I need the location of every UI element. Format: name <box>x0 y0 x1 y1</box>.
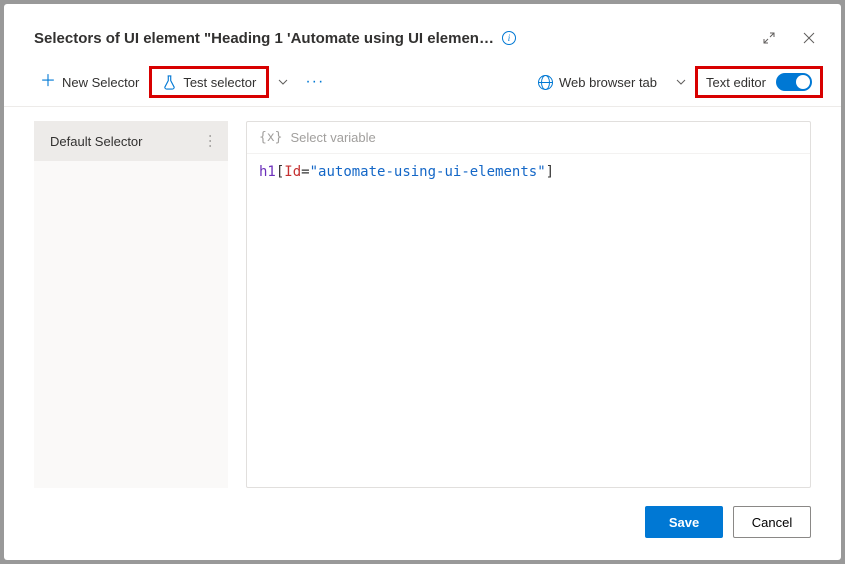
selector-dialog: Selectors of UI element "Heading 1 'Auto… <box>4 4 841 560</box>
editor-panel: {x} Select variable h1[Id="automate-usin… <box>246 121 811 488</box>
selector-item-menu-icon[interactable]: ··· <box>204 134 218 149</box>
chevron-down-icon <box>676 79 686 85</box>
variable-icon: {x} <box>259 130 282 145</box>
cancel-button[interactable]: Cancel <box>733 506 811 538</box>
select-variable-button[interactable]: {x} Select variable <box>247 122 810 154</box>
chevron-down-icon <box>278 79 288 85</box>
body-area: Default Selector ··· {x} Select variable… <box>4 107 841 494</box>
dialog-title: Selectors of UI element "Heading 1 'Auto… <box>34 30 494 47</box>
info-icon[interactable]: i <box>502 31 516 45</box>
dialog-footer: Save Cancel <box>4 494 841 560</box>
web-browser-tab-label: Web browser tab <box>559 75 657 90</box>
expand-icon[interactable] <box>753 22 785 54</box>
new-selector-button[interactable]: ＋ New Selector <box>30 66 149 98</box>
title-bar: Selectors of UI element "Heading 1 'Auto… <box>4 4 841 64</box>
selector-item-label: Default Selector <box>50 134 143 149</box>
save-button[interactable]: Save <box>645 506 723 538</box>
test-selector-label: Test selector <box>183 75 256 90</box>
plus-icon: ＋ <box>40 74 56 90</box>
more-actions-button[interactable]: ··· <box>297 73 332 91</box>
web-browser-tab-chevron[interactable] <box>667 66 695 98</box>
flask-icon <box>162 75 177 90</box>
selector-list: Default Selector ··· <box>34 121 228 488</box>
test-selector-chevron[interactable] <box>269 66 297 98</box>
select-variable-label: Select variable <box>290 130 375 145</box>
close-icon[interactable] <box>793 22 825 54</box>
selector-code-input[interactable]: h1[Id="automate-using-ui-elements"] <box>247 154 810 487</box>
selector-list-item[interactable]: Default Selector ··· <box>34 121 228 161</box>
text-editor-label: Text editor <box>706 75 766 90</box>
text-editor-toggle-group: Text editor <box>695 66 823 98</box>
test-selector-button[interactable]: Test selector <box>149 66 269 98</box>
text-editor-toggle[interactable] <box>776 73 812 91</box>
web-browser-tab-button[interactable]: Web browser tab <box>528 66 667 98</box>
toolbar: ＋ New Selector Test selector ··· Web bro… <box>4 64 841 107</box>
new-selector-label: New Selector <box>62 75 139 90</box>
globe-icon <box>538 75 553 90</box>
